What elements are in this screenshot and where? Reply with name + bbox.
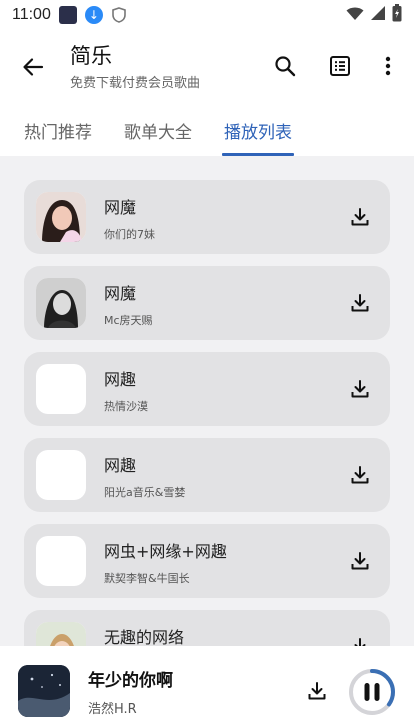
song-title: 网趣 bbox=[104, 370, 137, 389]
song-cover bbox=[36, 278, 86, 328]
search-icon bbox=[275, 56, 296, 77]
song-list[interactable]: 网魔 你们的7妹 网魔 Mc房天赐 网趣 热情沙漠 网趣 阳光a音乐&雪婪 网虫 bbox=[0, 156, 414, 646]
download-icon bbox=[308, 682, 326, 700]
list-icon bbox=[330, 56, 350, 76]
tab-play-list[interactable]: 播放列表 bbox=[222, 110, 294, 156]
song-item[interactable]: 网趣 阳光a音乐&雪婪 bbox=[24, 438, 390, 512]
song-title: 网趣 bbox=[104, 456, 137, 475]
tab-bar: 热门推荐 歌单大全 播放列表 bbox=[0, 110, 414, 158]
now-playing-cover bbox=[18, 665, 70, 717]
wifi-icon bbox=[346, 6, 364, 25]
download-notification-icon: ↓ bbox=[84, 6, 103, 24]
song-cover bbox=[36, 192, 86, 242]
now-playing-title: 年少的你啊 bbox=[88, 671, 173, 691]
playlist-manage-button[interactable] bbox=[324, 50, 356, 82]
download-button[interactable] bbox=[348, 635, 372, 646]
back-button[interactable] bbox=[18, 52, 48, 82]
signal-icon bbox=[370, 5, 386, 25]
now-playing-artist: 浩然H.R bbox=[88, 702, 137, 717]
song-artist: 默契李智&牛国长 bbox=[104, 572, 190, 585]
tab-playlists[interactable]: 歌单大全 bbox=[124, 110, 192, 156]
more-vert-icon bbox=[385, 56, 391, 76]
song-cover bbox=[36, 450, 86, 500]
download-icon bbox=[351, 208, 369, 226]
battery-icon bbox=[392, 4, 402, 26]
song-title: 网魔 bbox=[104, 284, 137, 303]
song-item[interactable]: 网魔 你们的7妹 bbox=[24, 180, 390, 254]
song-item[interactable]: 网虫+网缘+网趣 默契李智&牛国长 bbox=[24, 524, 390, 598]
download-icon bbox=[351, 552, 369, 570]
download-button[interactable] bbox=[348, 549, 372, 573]
song-title: 网虫+网缘+网趣 bbox=[104, 542, 227, 561]
download-icon bbox=[351, 466, 369, 484]
song-artist: Mc房天赐 bbox=[104, 314, 153, 327]
arrow-left-icon bbox=[23, 58, 44, 76]
more-options-button[interactable] bbox=[372, 50, 404, 82]
status-bar: 11:00 ↓ bbox=[0, 0, 414, 30]
download-button[interactable] bbox=[348, 377, 372, 401]
song-cover bbox=[36, 364, 86, 414]
app-bar: 简乐 免费下载付费会员歌曲 bbox=[0, 30, 414, 108]
song-title: 无趣的网络 bbox=[104, 628, 185, 646]
pause-button[interactable] bbox=[348, 668, 396, 716]
status-time: 11:00 bbox=[12, 6, 51, 23]
app-thumbnail-icon bbox=[58, 6, 77, 24]
download-icon bbox=[351, 380, 369, 398]
download-button[interactable] bbox=[348, 291, 372, 315]
shield-icon bbox=[111, 6, 127, 24]
download-button[interactable] bbox=[348, 463, 372, 487]
song-artist: 热情沙漠 bbox=[104, 400, 148, 413]
song-title: 网魔 bbox=[104, 198, 137, 217]
song-cover bbox=[36, 536, 86, 586]
download-icon bbox=[351, 294, 369, 312]
song-item[interactable]: 网魔 Mc房天赐 bbox=[24, 266, 390, 340]
song-artist: 你们的7妹 bbox=[104, 228, 155, 241]
song-item[interactable]: 无趣的网络 bbox=[24, 610, 390, 646]
search-button[interactable] bbox=[269, 50, 301, 82]
song-cover bbox=[36, 622, 86, 646]
tab-hot-recommend[interactable]: 热门推荐 bbox=[24, 110, 92, 156]
song-item[interactable]: 网趣 热情沙漠 bbox=[24, 352, 390, 426]
player-download-button[interactable] bbox=[304, 678, 330, 704]
mini-player[interactable]: 年少的你啊 浩然H.R bbox=[0, 646, 414, 725]
pause-icon bbox=[364, 683, 380, 701]
download-icon bbox=[354, 638, 366, 646]
page-subtitle: 免费下载付费会员歌曲 bbox=[70, 76, 201, 91]
song-artist: 阳光a音乐&雪婪 bbox=[104, 486, 186, 499]
download-button[interactable] bbox=[348, 205, 372, 229]
page-title: 简乐 bbox=[70, 44, 112, 68]
